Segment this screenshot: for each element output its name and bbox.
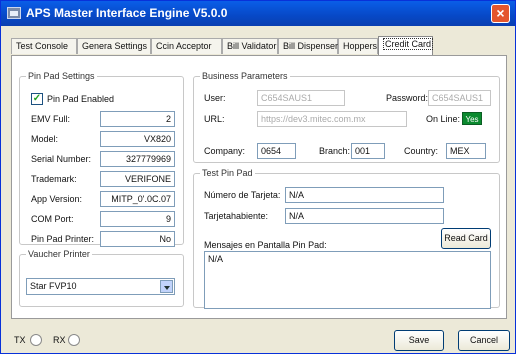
app-version-field[interactable]: MITP_0'.0C.07 — [100, 191, 175, 207]
voucher-printer-title: Vaucher Printer — [28, 249, 90, 259]
cardholder-label: Tarjetahabiente: — [204, 211, 269, 221]
emv-full-field[interactable]: 2 — [100, 111, 175, 127]
test-pin-pad-group: Test Pin Pad Número de Tarjeta: N/A Tarj… — [193, 168, 500, 309]
company-field[interactable]: 0654 — [257, 143, 296, 159]
com-port-field[interactable]: 9 — [100, 211, 175, 227]
tab-credit-card-label: Credit Card — [383, 38, 434, 50]
title-bar[interactable]: APS Master Interface Engine V5.0.0 × — [1, 1, 515, 26]
model-field[interactable]: VX820 — [100, 131, 175, 147]
credit-card-panel: Pin Pad Settings ✓ Pin Pad Enabled EMV F… — [11, 55, 507, 319]
pin-pad-message-area[interactable]: N/A — [204, 251, 491, 309]
pin-pad-enabled-checkbox[interactable]: ✓ — [31, 93, 43, 105]
pin-pad-message-label: Mensajes en Pantalla Pin Pad: — [204, 240, 327, 250]
company-label: Company: — [204, 146, 246, 156]
business-parameters-title: Business Parameters — [202, 71, 288, 81]
com-port-label: COM Port: — [31, 214, 74, 224]
tab-bill-dispenser[interactable]: Bill Dispenser — [278, 38, 338, 54]
online-status-badge: Yes — [462, 112, 482, 125]
trademark-label: Trademark: — [31, 174, 77, 184]
country-field[interactable]: MEX — [446, 143, 486, 159]
business-parameters-group: Business Parameters User: C654SAUS1 Pass… — [193, 71, 500, 163]
serial-number-label: Serial Number: — [31, 154, 92, 164]
online-label: On Line: — [426, 114, 461, 124]
tab-hoppers[interactable]: Hoppers — [338, 38, 378, 54]
tab-credit-card[interactable]: Credit Card — [378, 36, 434, 55]
tab-coin-acceptor[interactable]: Ccin Acceptor — [151, 38, 222, 54]
app-window-icon — [7, 7, 21, 19]
card-number-label: Número de Tarjeta: — [204, 190, 281, 200]
main-window: APS Master Interface Engine V5.0.0 × Tes… — [0, 0, 516, 354]
trademark-field[interactable]: VERIFONE — [100, 171, 175, 187]
chevron-down-icon[interactable] — [160, 280, 173, 293]
close-button[interactable]: × — [491, 4, 510, 23]
user-field[interactable]: C654SAUS1 — [257, 90, 345, 106]
emv-full-label: EMV Full: — [31, 114, 71, 124]
model-label: Model: — [31, 134, 59, 144]
card-number-field[interactable]: N/A — [285, 187, 444, 203]
test-pin-pad-title: Test Pin Pad — [202, 168, 253, 178]
url-label: URL: — [204, 114, 225, 124]
tab-test-console[interactable]: Test Console — [11, 38, 77, 54]
pin-pad-printer-label: Pin Pad Printer: — [31, 234, 95, 244]
window-title: APS Master Interface Engine V5.0.0 — [26, 6, 228, 20]
rx-label: RX — [53, 335, 66, 345]
voucher-printer-select[interactable]: Star FVP10 — [26, 278, 175, 295]
voucher-printer-group: Vaucher Printer Star FVP10 — [19, 249, 184, 307]
tab-general-settings[interactable]: Genera Settings — [77, 38, 151, 54]
user-label: User: — [204, 93, 226, 103]
branch-field[interactable]: 001 — [351, 143, 385, 159]
url-field[interactable]: https://dev3.mitec.com.mx — [257, 111, 407, 127]
branch-label: Branch: — [319, 146, 351, 156]
pin-pad-settings-group: Pin Pad Settings ✓ Pin Pad Enabled EMV F… — [19, 71, 184, 247]
app-version-label: App Version: — [31, 194, 83, 204]
pin-pad-enabled-label: Pin Pad Enabled — [47, 94, 115, 104]
voucher-printer-selected: Star FVP10 — [30, 281, 77, 291]
tab-bill-validator[interactable]: Bill Validator — [222, 38, 278, 54]
tx-indicator — [30, 334, 42, 346]
serial-number-field[interactable]: 327779969 — [100, 151, 175, 167]
cardholder-field[interactable]: N/A — [285, 208, 444, 224]
country-label: Country: — [404, 146, 439, 156]
tx-label: TX — [14, 335, 26, 345]
read-card-button[interactable]: Read Card — [441, 228, 491, 249]
rx-indicator — [68, 334, 80, 346]
pin-pad-printer-field[interactable]: No — [100, 231, 175, 247]
password-label: Password: — [386, 93, 429, 103]
pin-pad-settings-title: Pin Pad Settings — [28, 71, 95, 81]
cancel-button[interactable]: Cancel — [458, 330, 510, 351]
password-field[interactable]: C654SAUS1 — [428, 90, 491, 106]
save-button[interactable]: Save — [394, 330, 444, 351]
